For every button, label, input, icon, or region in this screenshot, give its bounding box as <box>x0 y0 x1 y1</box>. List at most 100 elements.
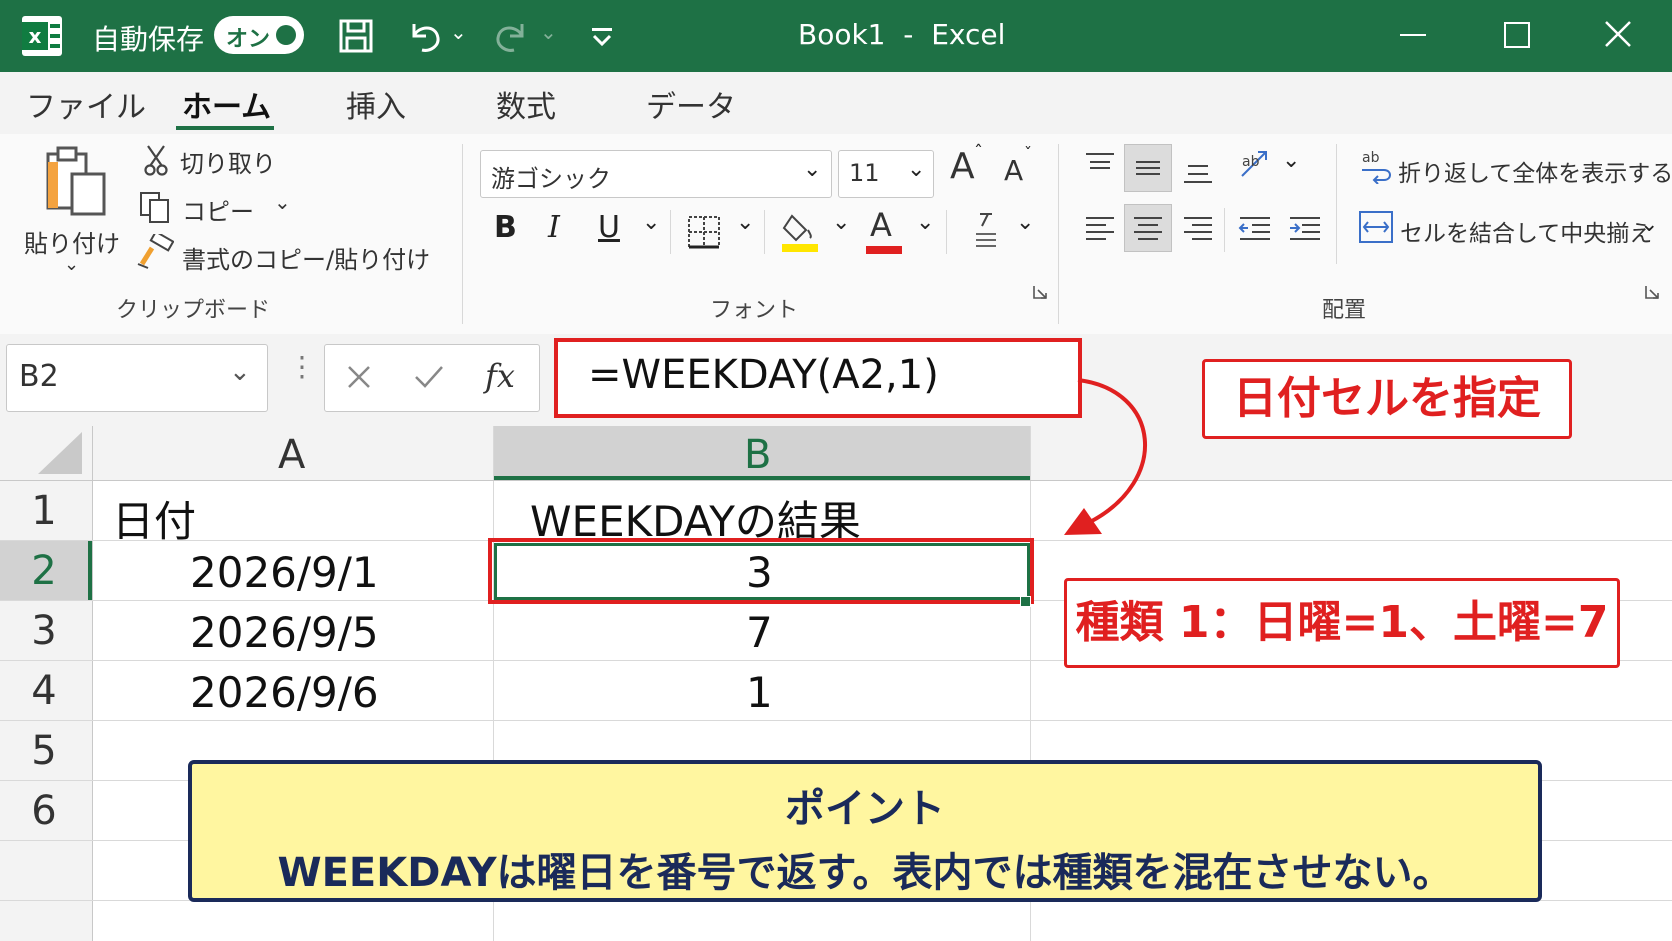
cell-a4[interactable]: 2026/9/6 <box>190 668 379 717</box>
orientation-icon[interactable]: ab <box>1236 146 1276 186</box>
row-header-6[interactable]: 6 <box>0 788 88 834</box>
merge-center-icon[interactable] <box>1358 210 1394 244</box>
insert-function-button[interactable]: fx <box>485 357 515 395</box>
maximize-icon[interactable] <box>1504 22 1530 48</box>
row-header-3[interactable]: 3 <box>0 608 88 654</box>
column-header-b[interactable]: B <box>744 432 771 478</box>
font-color-button[interactable]: A <box>870 206 892 244</box>
font-name-value: 游ゴシック <box>491 165 611 193</box>
borders-dropdown-icon[interactable]: ⌄ <box>736 210 754 235</box>
autosave-toggle-label: オン <box>226 27 271 52</box>
font-color-swatch <box>866 246 902 254</box>
group-divider <box>462 144 463 324</box>
undo-dropdown-icon[interactable]: ⌄ <box>450 20 467 44</box>
cell-b2[interactable]: 3 <box>746 548 773 597</box>
italic-button[interactable]: I <box>548 210 560 245</box>
cell-b3[interactable]: 7 <box>746 608 773 657</box>
align-top-icon[interactable] <box>1084 150 1116 182</box>
orientation-dropdown-icon[interactable]: ⌄ <box>1282 148 1300 173</box>
phonetic-guide-icon[interactable] <box>972 210 1000 254</box>
ribbon: 貼り付け ⌄ 切り取り コピー ⌄ 書式のコピー/貼り付け クリップボード 游ゴ… <box>0 134 1672 335</box>
select-all-icon[interactable] <box>36 430 84 476</box>
format-painter-icon[interactable] <box>136 234 174 270</box>
underline-dropdown-icon[interactable]: ⌄ <box>642 210 660 235</box>
tab-file[interactable]: ファイル <box>26 82 146 126</box>
point-note-title: ポイント <box>785 786 945 832</box>
borders-icon[interactable] <box>686 214 722 250</box>
fill-handle[interactable] <box>1020 596 1031 607</box>
dialog-launcher-icon[interactable] <box>1032 284 1048 300</box>
cell-a3[interactable]: 2026/9/5 <box>190 608 379 657</box>
gridline <box>92 426 93 941</box>
increase-indent-icon[interactable] <box>1288 212 1322 244</box>
font-color-dropdown-icon[interactable]: ⌄ <box>916 210 934 235</box>
point-note-body: WEEKDAYは曜日を番号で返す。表内では種類を混在させない。 <box>277 850 1453 896</box>
font-size-select[interactable]: 11 ⌄ <box>838 150 934 198</box>
cell-a2[interactable]: 2026/9/1 <box>190 548 379 597</box>
callout-arrow-icon <box>1064 378 1148 535</box>
column-header-a[interactable]: A <box>278 432 305 478</box>
enter-check-icon[interactable] <box>413 363 445 391</box>
window-title: Book1 - Excel <box>798 18 1006 51</box>
align-left-icon[interactable] <box>1084 212 1116 244</box>
redo-icon <box>496 24 524 52</box>
copy-button[interactable]: コピー <box>182 192 254 227</box>
merge-center-button[interactable]: セルを結合して中央揃え <box>1400 214 1652 248</box>
save-icon[interactable] <box>338 18 374 54</box>
ribbon-tabs: ファイル ホーム 挿入 数式 データ <box>0 72 1672 134</box>
fill-color-dropdown-icon[interactable]: ⌄ <box>832 210 850 235</box>
bold-button[interactable]: B <box>494 210 517 245</box>
tab-data[interactable]: データ <box>646 82 736 126</box>
align-bottom-icon[interactable] <box>1182 154 1214 186</box>
paste-dropdown-icon[interactable]: ⌄ <box>64 254 79 275</box>
wrap-text-icon[interactable]: ab <box>1360 148 1394 184</box>
tab-home[interactable]: ホーム <box>182 82 271 126</box>
cancel-icon[interactable] <box>345 363 373 391</box>
close-icon[interactable] <box>1604 20 1632 48</box>
grow-caret-icon: ˆ <box>974 142 983 163</box>
callout-cell-reference: 日付セルを指定 <box>1202 359 1572 439</box>
row-header-1[interactable]: 1 <box>0 488 88 534</box>
copy-icon[interactable] <box>138 190 172 224</box>
font-size-value: 11 <box>849 159 880 187</box>
chevron-down-icon: ⌄ <box>907 157 926 182</box>
divider <box>946 210 947 254</box>
font-name-select[interactable]: 游ゴシック ⌄ <box>480 150 832 198</box>
align-middle-button[interactable] <box>1124 144 1172 192</box>
dialog-launcher-icon[interactable] <box>1644 284 1660 300</box>
cut-icon[interactable] <box>142 144 170 176</box>
decrease-indent-icon[interactable] <box>1238 212 1272 244</box>
more-options-icon[interactable]: ⋮ <box>288 350 316 383</box>
shrink-caret-icon: ˇ <box>1024 144 1032 163</box>
undo-icon[interactable] <box>404 16 444 56</box>
row-header-4[interactable]: 4 <box>0 668 88 714</box>
cell-b4[interactable]: 1 <box>746 668 773 717</box>
grow-font-button[interactable]: A <box>950 146 975 187</box>
copy-dropdown-icon[interactable]: ⌄ <box>274 190 291 214</box>
wrap-text-button[interactable]: 折り返して全体を表示する <box>1398 154 1672 188</box>
row-header-2[interactable]: 2 <box>0 548 88 594</box>
row-header-5[interactable]: 5 <box>0 728 88 774</box>
cell-a1[interactable]: 日付 <box>112 488 196 549</box>
cut-button[interactable]: 切り取り <box>180 144 276 179</box>
formula-input-highlight[interactable]: =WEEKDAY(A2,1) <box>554 338 1082 418</box>
customize-toolbar-icon[interactable] <box>590 26 614 48</box>
fill-color-icon[interactable] <box>780 210 820 254</box>
chevron-down-icon[interactable]: ⌄ <box>229 357 251 387</box>
align-center-button[interactable] <box>1124 204 1172 252</box>
paste-icon[interactable] <box>42 144 110 218</box>
name-box[interactable]: B2 ⌄ <box>6 344 268 412</box>
gridline <box>0 720 1672 721</box>
phonetic-dropdown-icon[interactable]: ⌄ <box>1016 210 1034 235</box>
shrink-font-button[interactable]: A <box>1004 154 1023 187</box>
merge-dropdown-icon[interactable]: ⌄ <box>1640 212 1658 237</box>
callout-type-note: 種類 1：日曜=1、土曜=7 <box>1064 578 1620 668</box>
autosave-toggle[interactable]: オン <box>214 16 304 54</box>
tab-formulas[interactable]: 数式 <box>496 82 556 126</box>
group-divider <box>1058 144 1059 324</box>
underline-button[interactable]: U <box>598 210 620 245</box>
format-painter-button[interactable]: 書式のコピー/貼り付け <box>182 240 430 275</box>
align-right-icon[interactable] <box>1182 212 1214 244</box>
tab-insert[interactable]: 挿入 <box>346 82 406 126</box>
minimize-icon[interactable] <box>1400 34 1426 36</box>
